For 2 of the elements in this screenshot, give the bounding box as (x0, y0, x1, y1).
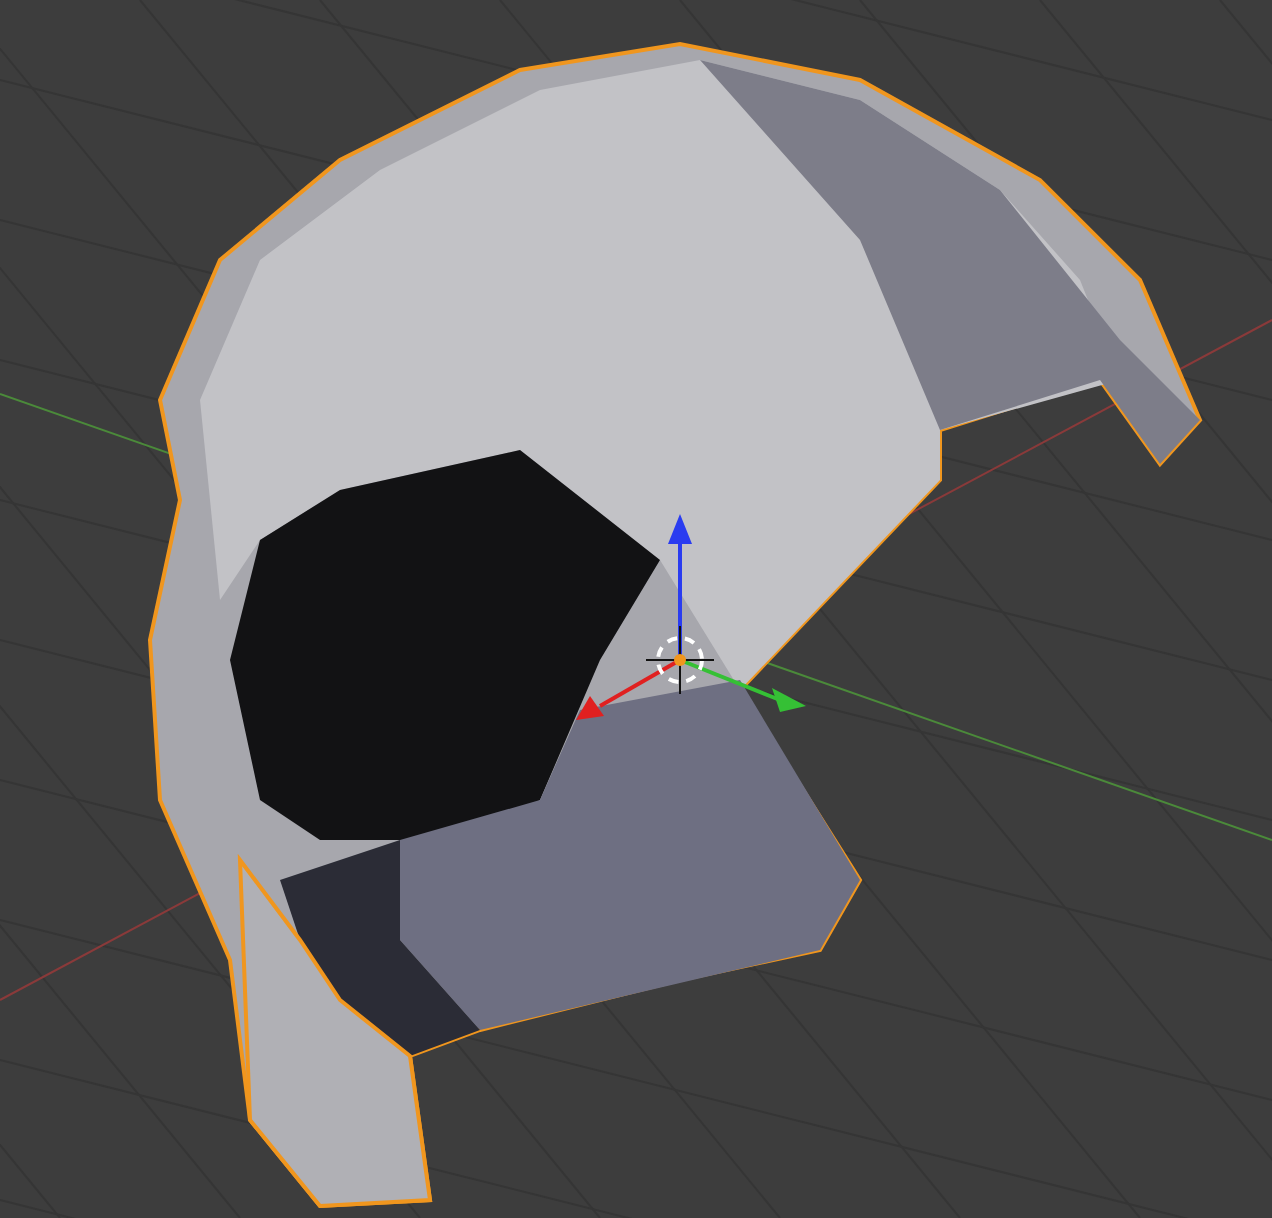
3d-cursor-icon (645, 625, 715, 695)
transform-gizmo-drawing[interactable] (576, 514, 806, 720)
